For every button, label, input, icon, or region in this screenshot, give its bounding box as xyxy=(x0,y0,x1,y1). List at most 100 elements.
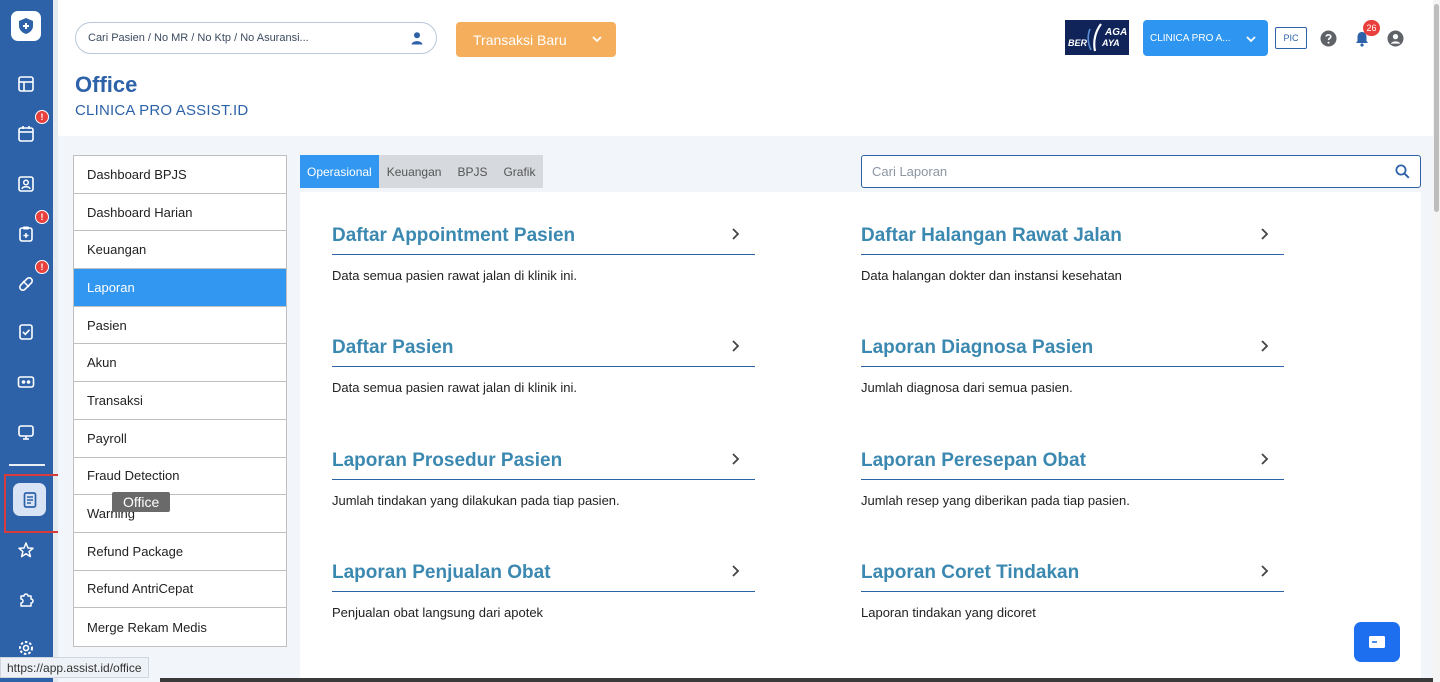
menu-item-fraud-detection[interactable]: Fraud Detection xyxy=(74,458,286,496)
sidebar-item-clipboard[interactable] xyxy=(12,220,40,248)
menu-item-laporan[interactable]: Laporan xyxy=(74,269,286,307)
report-title: Daftar Halangan Rawat Jalan xyxy=(861,225,1122,246)
report-description: Penjualan obat langsung dari apotek xyxy=(332,605,544,620)
menu-item-refund-package[interactable]: Refund Package xyxy=(74,533,286,571)
chevron-right-icon xyxy=(1261,453,1269,465)
menu-item-akun[interactable]: Akun xyxy=(74,344,286,383)
clinic-select[interactable]: CLINICA PRO A... xyxy=(1143,20,1268,56)
page-scrollbar-thumb[interactable] xyxy=(1434,4,1439,212)
clipboard-alert-badge: ! xyxy=(35,210,49,224)
report-description: Jumlah diagnosa dari semua pasien. xyxy=(861,380,1073,395)
medicine-alert-badge: ! xyxy=(35,260,49,274)
sidebar-item-medicine[interactable] xyxy=(12,270,40,298)
report-description: Jumlah resep yang diberikan pada tiap pa… xyxy=(861,493,1130,508)
monitor-icon xyxy=(18,425,34,440)
svg-text:BER: BER xyxy=(1068,38,1088,48)
tab-keuangan[interactable]: Keuangan xyxy=(379,155,450,188)
sidebar-item-tasks[interactable] xyxy=(12,318,40,346)
shield-logo-icon xyxy=(19,18,33,34)
report-header: Laporan Coret Tindakan xyxy=(861,555,1284,592)
menu-item-transaksi[interactable]: Transaksi xyxy=(74,382,286,420)
account-button[interactable] xyxy=(1385,28,1405,48)
help-button[interactable] xyxy=(1318,28,1338,48)
report-title: Laporan Peresepan Obat xyxy=(861,450,1086,471)
chevron-down-icon xyxy=(1246,36,1256,43)
menu-item-warning[interactable]: Warning xyxy=(74,495,286,533)
clipboard-icon xyxy=(19,226,33,242)
patient-search[interactable] xyxy=(75,22,437,54)
report-card[interactable]: Daftar Pasien Data semua pasien rawat ja… xyxy=(332,330,755,395)
report-description: Data semua pasien rawat jalan di klinik … xyxy=(332,380,577,395)
pic-button[interactable]: PIC xyxy=(1275,27,1307,49)
tab-bpjs[interactable]: BPJS xyxy=(449,155,495,188)
menu-item-keuangan[interactable]: Keuangan xyxy=(74,231,286,270)
menu-item-refund-antricepat[interactable]: Refund AntriCepat xyxy=(74,571,286,609)
report-card[interactable]: Daftar Halangan Rawat Jalan Data halanga… xyxy=(861,218,1284,283)
id-card-icon xyxy=(17,376,35,388)
puzzle-icon xyxy=(20,593,34,607)
taskbar-strip xyxy=(160,678,1433,682)
report-header: Daftar Halangan Rawat Jalan xyxy=(861,218,1284,255)
sidebar-item-calendar[interactable] xyxy=(12,120,40,148)
report-header: Laporan Diagnosa Pasien xyxy=(861,330,1284,367)
new-transaction-button[interactable]: Transaksi Baru xyxy=(456,22,616,57)
menu-item-pasien[interactable]: Pasien xyxy=(74,307,286,345)
star-icon xyxy=(18,542,34,558)
report-description: Data semua pasien rawat jalan di klinik … xyxy=(332,268,577,283)
page-subtitle: CLINICA PRO ASSIST.ID xyxy=(75,102,249,119)
sidebar-item-dashboard[interactable] xyxy=(12,70,40,98)
menu-item-dashboard-harian[interactable]: Dashboard Harian xyxy=(74,194,286,232)
svg-text:AYA: AYA xyxy=(1101,38,1120,48)
report-search-input[interactable] xyxy=(872,164,1395,179)
checklist-icon xyxy=(19,324,33,340)
report-header: Daftar Pasien xyxy=(332,330,755,367)
tab-grafik[interactable]: Grafik xyxy=(495,155,543,188)
chevron-right-icon xyxy=(732,228,740,240)
jaga-berdaya-logo-image: AGA BER AYA xyxy=(1065,20,1129,55)
report-tabs: Operasional Keuangan BPJS Grafik xyxy=(300,155,544,188)
report-card[interactable]: Laporan Penjualan Obat Penjualan obat la… xyxy=(332,555,755,620)
sidebar-divider xyxy=(9,464,45,466)
calendar-alert-badge: ! xyxy=(35,110,49,124)
patient-search-input[interactable] xyxy=(88,32,410,44)
sidebar-item-patients[interactable] xyxy=(12,170,40,198)
svg-text:AGA: AGA xyxy=(1104,27,1127,38)
report-header: Laporan Peresepan Obat xyxy=(861,443,1284,480)
menu-item-dashboard-bpjs[interactable]: Dashboard BPJS xyxy=(74,156,286,194)
sidebar-item-queue[interactable] xyxy=(12,368,40,396)
tab-operasional[interactable]: Operasional xyxy=(300,155,379,188)
report-title: Laporan Diagnosa Pasien xyxy=(861,337,1094,358)
menu-item-merge-rekam-medis[interactable]: Merge Rekam Medis xyxy=(74,608,286,646)
chevron-right-icon xyxy=(1261,228,1269,240)
chevron-right-icon xyxy=(732,565,740,577)
report-card[interactable]: Daftar Appointment Pasien Data semua pas… xyxy=(332,218,755,283)
user-card-icon xyxy=(18,176,34,192)
report-title: Daftar Pasien xyxy=(332,337,454,358)
office-menu: Dashboard BPJS Dashboard Harian Keuangan… xyxy=(73,155,287,647)
report-header: Daftar Appointment Pasien xyxy=(332,218,755,255)
calendar-icon xyxy=(18,126,34,142)
report-title: Laporan Coret Tindakan xyxy=(861,562,1080,583)
sidebar-item-monitor[interactable] xyxy=(12,418,40,446)
office-tooltip: Office xyxy=(112,492,171,512)
report-description: Jumlah tindakan yang dilakukan pada tiap… xyxy=(332,493,620,508)
report-description: Laporan tindakan yang dicoret xyxy=(861,605,1036,620)
sidebar-item-favorites[interactable] xyxy=(12,536,40,564)
report-card[interactable]: Laporan Prosedur Pasien Jumlah tindakan … xyxy=(332,443,755,508)
notification-count-badge: 26 xyxy=(1363,20,1380,36)
page-title: Office xyxy=(75,72,138,97)
chat-icon xyxy=(1369,636,1385,648)
report-header: Laporan Prosedur Pasien xyxy=(332,443,755,480)
report-card[interactable]: Laporan Coret Tindakan Laporan tindakan … xyxy=(861,555,1284,620)
chevron-right-icon xyxy=(1261,340,1269,352)
search-icon[interactable] xyxy=(1395,164,1410,179)
report-description: Data halangan dokter dan instansi keseha… xyxy=(861,268,1122,283)
report-card[interactable]: Laporan Diagnosa Pasien Jumlah diagnosa … xyxy=(861,330,1284,395)
sidebar-item-integrations[interactable] xyxy=(12,585,40,613)
new-transaction-label: Transaksi Baru xyxy=(473,31,567,48)
menu-item-payroll[interactable]: Payroll xyxy=(74,420,286,458)
chat-button[interactable] xyxy=(1354,622,1400,662)
report-search[interactable] xyxy=(861,155,1421,188)
report-card[interactable]: Laporan Peresepan Obat Jumlah resep yang… xyxy=(861,443,1284,508)
app-logo[interactable] xyxy=(11,11,41,41)
